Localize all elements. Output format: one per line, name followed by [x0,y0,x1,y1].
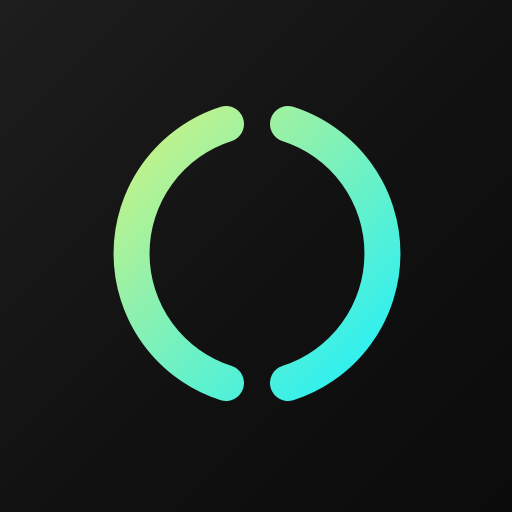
app-icon-background [0,0,512,512]
split-ring-logo-icon [113,106,401,401]
right-arc-icon [270,106,401,401]
left-arc-icon [113,106,244,401]
